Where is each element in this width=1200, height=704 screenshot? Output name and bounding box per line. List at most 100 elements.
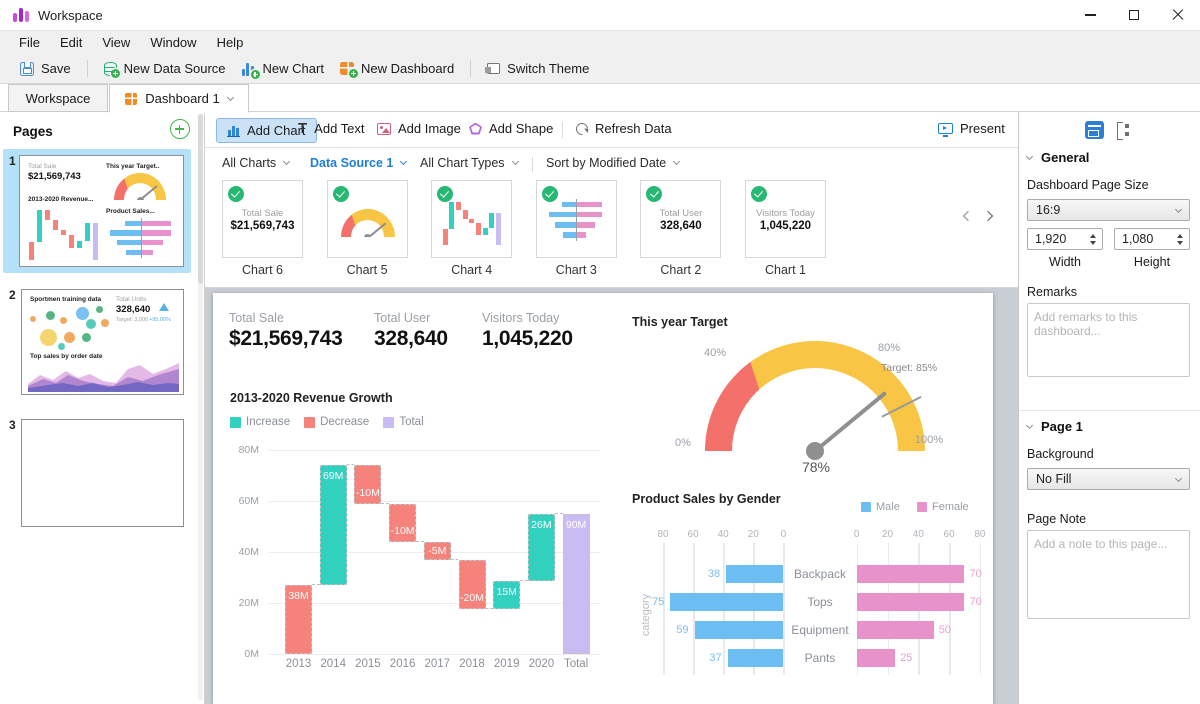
close-button[interactable] [1156,0,1200,30]
bubble [101,319,109,327]
dashboard-tab-icon [125,93,137,105]
page-section-header[interactable]: Page 1 [1027,419,1083,434]
gauge-arc [705,341,925,451]
bubble [30,316,36,322]
remarks-label: Remarks [1027,285,1077,299]
gauge-chart[interactable]: This year Target 0% 40% 80% 100% 78% Tar… [625,309,990,484]
stepper-arrows[interactable] [1090,234,1096,246]
new-dashboard-button[interactable]: New Dashboard [332,58,462,79]
gallery-card-chart-6[interactable]: Total Sale$21,569,743 [222,180,303,258]
add-image-button[interactable]: Add Image [377,121,461,136]
pages-scrollbar[interactable] [198,114,203,700]
waterfall-thumbnail [28,206,100,260]
add-shape-button[interactable]: Add Shape [469,121,553,136]
female-value-label: 25 [900,652,912,664]
tab-dashboard-1[interactable]: Dashboard 1 [109,84,249,113]
maximize-button[interactable] [1112,0,1156,30]
general-section-header[interactable]: General [1027,150,1089,165]
page-size-select[interactable]: 16:9 [1027,199,1190,221]
gallery-card-name: Chart 3 [524,263,629,277]
butterfly-thumbnail-male-bar [549,212,576,218]
height-stepper[interactable]: 1,080 [1114,228,1190,250]
category-label: Tops [785,595,855,609]
dashboard-page[interactable]: Total Sale $21,569,743 Total User 328,64… [213,293,993,704]
add-text-label: Add Text [314,121,364,136]
gallery-card-chart-3[interactable] [536,180,617,258]
gridline [980,543,982,675]
app-window: Workspace File Edit View Window Help Sav… [0,0,1200,704]
page-thumbnail-1[interactable]: Total Sale $21,569,743 This year Target.… [19,155,184,267]
switch-theme-label: Switch Theme [507,61,589,76]
pages-scrollbar-thumb[interactable] [198,114,203,284]
card-kpi-label: Total Sale [223,208,302,219]
add-text-button[interactable]: Add Text [298,121,365,136]
page-section-title: Page 1 [1041,419,1083,434]
menu-help[interactable]: Help [208,33,253,52]
menu-file[interactable]: File [10,33,49,52]
kpi-widget[interactable]: Total Sale $21,569,743 Total User 328,64… [223,311,603,369]
chevron-down-icon[interactable] [227,93,234,100]
width-stepper[interactable]: 1,920 [1027,228,1103,250]
thumb-target-label: Target: 3,000 [116,317,148,323]
female-bar [857,593,965,611]
gallery-card-chart-4[interactable] [431,180,512,258]
gauge-thumbnail [114,173,166,200]
kpi-total-user: Total User 328,640 [374,311,448,351]
card-kpi-value: 1,045,220 [746,220,825,232]
refresh-data-button[interactable]: Refresh Data [576,121,672,136]
plus-badge-icon [111,69,120,78]
arrow-down-icon [1177,241,1183,245]
waterfall-thumbnail-bar [53,220,59,230]
waterfall-chart[interactable]: 2013-2020 Revenue Growth Increase Decrea… [221,385,617,679]
gallery-card-chart-1[interactable]: Visitors Today1,045,220 [745,180,826,258]
page-thumbnail-2[interactable]: Sportmen training data Total Units 328,6… [21,289,184,395]
menu-edit[interactable]: Edit [51,33,91,52]
x-tick-label: 40 [711,529,735,540]
x-tick-label: 60 [937,529,961,540]
waterfall-thumbnail-bar [483,228,488,234]
waterfall-thumbnail-bar [469,219,474,223]
page-thumbnail-3[interactable] [21,419,184,527]
category-label: Backpack [785,567,855,581]
switch-theme-button[interactable]: Switch Theme [479,58,597,79]
kpi-value: $21,569,743 [229,327,342,351]
height-value: 1,080 [1122,232,1153,246]
category-label: Equipment [785,623,855,637]
bubble [86,319,96,329]
menu-window[interactable]: Window [141,33,205,52]
x-tick-label: 20 [741,529,765,540]
gallery-card-chart-5[interactable] [327,180,408,258]
canvas-toolbar: Add Chart Add Text Add Image Add Shape R… [205,112,1018,148]
new-data-source-button[interactable]: New Data Source [96,58,234,79]
waterfall-thumbnail-bar [496,213,501,245]
bubble [60,317,67,324]
add-page-button[interactable] [170,119,190,139]
document-tab-bar: Workspace Dashboard 1 [0,84,1200,112]
dashboard-properties-tab-icon[interactable] [1085,121,1104,139]
new-chart-button[interactable]: New Chart [234,58,332,79]
remarks-textarea[interactable] [1027,303,1190,377]
save-button[interactable]: Save [12,58,79,79]
check-badge-icon [333,186,349,202]
menu-view[interactable]: View [93,33,139,52]
present-button[interactable]: Present [938,121,1005,136]
tab-workspace[interactable]: Workspace [8,84,108,112]
bubble [82,333,91,342]
arrow-up-icon [1090,234,1096,238]
dashboard-icon [340,62,354,75]
width-label: Width [1027,255,1103,269]
page-note-textarea[interactable] [1027,530,1190,619]
x-tick-label: 0 [845,529,869,540]
outline-tab-icon[interactable] [1115,122,1131,138]
butterfly-chart[interactable]: Product Sales by Gender Male Female cate… [623,489,991,695]
legend-swatch [230,417,241,428]
thumb-kpi-label: Total Sale [28,163,57,170]
stepper-arrows[interactable] [1177,234,1183,246]
background-select[interactable]: No Fill [1027,468,1190,490]
bar-chart-icon [242,62,256,76]
butterfly-thumbnail-male-bar [555,222,576,228]
minimize-button[interactable] [1068,0,1112,30]
y-tick-label: 0M [223,648,259,660]
gallery-card-chart-2[interactable]: Total User328,640 [640,180,721,258]
butterfly-thumbnail-male-bar [562,202,576,208]
